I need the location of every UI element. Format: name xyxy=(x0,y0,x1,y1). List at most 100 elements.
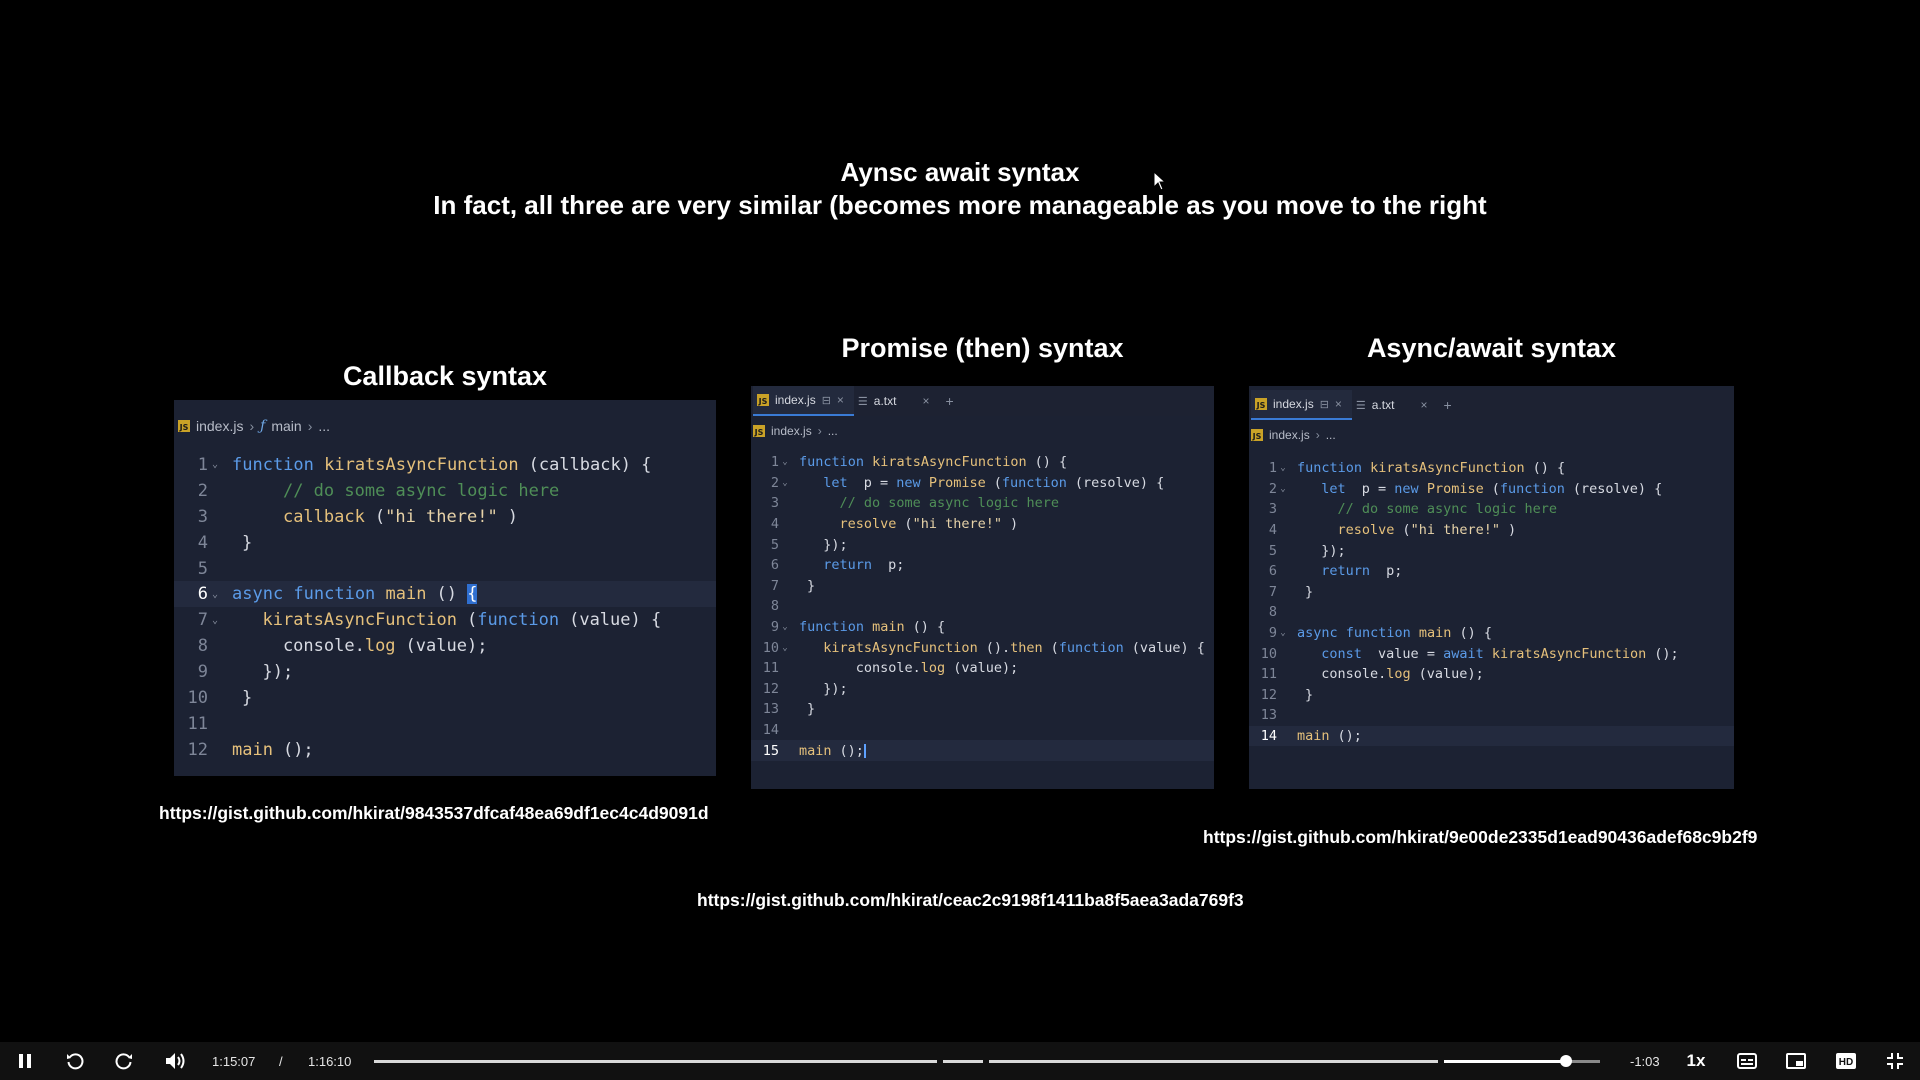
code-line[interactable]: 7} xyxy=(1249,582,1734,603)
forward-button[interactable] xyxy=(111,1042,137,1080)
code-line[interactable]: 10 ⌄ kiratsAsyncFunction ().then (function (… xyxy=(751,637,1214,658)
close-icon[interactable]: × xyxy=(1335,397,1342,411)
seek-handle[interactable] xyxy=(1560,1055,1572,1067)
playback-speed-button[interactable]: 1x xyxy=(1683,1042,1709,1080)
code-line[interactable]: 2 ⌄ let p = new Promise (function (resolve)… xyxy=(751,473,1214,494)
code-line[interactable]: 5 }); xyxy=(751,534,1214,555)
code-line[interactable]: 4 resolve ("hi there!") xyxy=(751,514,1214,535)
code-line[interactable]: 9 ⌄ function main () { xyxy=(751,617,1214,638)
code-token: resolve xyxy=(839,516,897,533)
callback-gist-link[interactable]: https://gist.github.com/hkirat/9843537df… xyxy=(159,803,709,824)
code-line[interactable]: 4 resolve ("hi there!") xyxy=(1249,520,1734,541)
code-line[interactable]: 2 ⌄ let p = new Promise (function (resolve)… xyxy=(1249,479,1734,500)
code-line[interactable]: 9 ⌄ async function main () { xyxy=(1249,623,1734,644)
tab-a-txt[interactable]: ☰ a.txt × xyxy=(1352,390,1438,420)
code-line[interactable]: 11 xyxy=(174,711,716,737)
code-line[interactable]: 12} xyxy=(1249,685,1734,706)
breadcrumb-file[interactable]: index.js xyxy=(196,418,243,434)
close-icon[interactable]: × xyxy=(837,393,844,407)
breadcrumb-file[interactable]: index.js xyxy=(1269,428,1310,442)
code-line[interactable]: 4} xyxy=(174,530,716,556)
captions-button[interactable] xyxy=(1734,1042,1760,1080)
chevron-down-icon[interactable]: ⌄ xyxy=(779,478,791,488)
seek-chapter xyxy=(943,1060,983,1063)
code-line[interactable]: 7} xyxy=(751,576,1214,597)
split-icon[interactable]: ⊟ xyxy=(822,394,831,407)
chevron-down-icon[interactable]: ⌄ xyxy=(1277,628,1289,638)
code-line[interactable]: 9 }); xyxy=(174,659,716,685)
code-line[interactable]: 12 main (); xyxy=(174,737,716,763)
breadcrumb-symbol[interactable]: main xyxy=(271,418,301,434)
code-line[interactable]: 6 return p; xyxy=(1249,561,1734,582)
breadcrumb-file[interactable]: index.js xyxy=(771,424,812,438)
close-icon[interactable]: × xyxy=(1420,398,1427,412)
chevron-down-icon[interactable]: ⌄ xyxy=(779,643,791,653)
chevron-down-icon[interactable]: ⌄ xyxy=(1277,463,1289,473)
picture-in-picture-icon xyxy=(1786,1053,1806,1069)
exit-fullscreen-button[interactable] xyxy=(1882,1042,1908,1080)
asyncawait-gist-link[interactable]: https://gist.github.com/hkirat/9e00de233… xyxy=(1203,827,1757,848)
code-line[interactable]: 14 main (); xyxy=(1249,725,1734,747)
quality-button[interactable]: HD xyxy=(1833,1042,1859,1080)
code-editor[interactable]: 1 ⌄ function kiratsAsyncFunction() {2 ⌄ let… xyxy=(751,452,1214,761)
code-token: main xyxy=(872,619,905,636)
picture-in-picture-button[interactable] xyxy=(1783,1042,1809,1080)
code-line[interactable]: 3 callback ("hi there!") xyxy=(174,504,716,530)
code-text: main (); xyxy=(791,743,866,759)
code-line[interactable]: 11 console.log (value); xyxy=(751,658,1214,679)
chevron-down-icon[interactable]: ⌄ xyxy=(208,589,222,600)
code-line[interactable]: 1 ⌄ function kiratsAsyncFunction () { xyxy=(751,452,1214,473)
seek-bar[interactable] xyxy=(374,1055,1600,1067)
add-tab-icon[interactable]: + xyxy=(1438,397,1452,413)
code-line[interactable]: 8 console.log (value); xyxy=(174,633,716,659)
chevron-down-icon[interactable]: ⌄ xyxy=(208,615,222,626)
code-line[interactable]: 1 ⌄ function kiratsAsyncFunction () { xyxy=(1249,458,1734,479)
code-line[interactable]: 8 xyxy=(751,596,1214,617)
rewind-button[interactable] xyxy=(62,1042,88,1080)
code-line[interactable]: 7 ⌄ kiratsAsyncFunction (function (value) { xyxy=(174,607,716,633)
tab-a-txt[interactable]: ☰ a.txt × xyxy=(854,386,940,416)
chevron-down-icon[interactable]: ⌄ xyxy=(779,622,791,632)
promise-heading: Promise (then) syntax xyxy=(841,333,1124,363)
code-line[interactable]: 10} xyxy=(174,685,716,711)
code-token: new xyxy=(896,474,929,491)
chevron-down-icon[interactable]: ⌄ xyxy=(779,457,791,467)
code-line[interactable]: 8 xyxy=(1249,602,1734,623)
chevron-down-icon[interactable]: ⌄ xyxy=(208,459,222,470)
tab-index-js[interactable]: JS index.js ⊟ × xyxy=(1251,390,1352,420)
code-line[interactable]: 2 // do some async logic here xyxy=(174,478,716,504)
line-number: 4 xyxy=(1268,522,1277,539)
code-token: (value); xyxy=(953,660,1019,677)
pause-button[interactable] xyxy=(12,1042,38,1080)
code-line[interactable]: 14 xyxy=(751,720,1214,741)
code-line[interactable]: 12 }); xyxy=(751,679,1214,700)
breadcrumb-more[interactable]: ... xyxy=(1326,428,1336,442)
code-line[interactable]: 3 // do some async logic here xyxy=(751,493,1214,514)
code-line[interactable]: 11 console.log (value); xyxy=(1249,664,1734,685)
breadcrumb-more[interactable]: ... xyxy=(828,424,838,438)
code-editor[interactable]: 1 ⌄ function kiratsAsyncFunction (callback)… xyxy=(174,452,716,763)
code-line[interactable]: 13 xyxy=(1249,705,1734,726)
add-tab-icon[interactable]: + xyxy=(940,393,954,409)
close-icon[interactable]: × xyxy=(922,394,929,408)
code-text: // do some async logic here xyxy=(222,481,559,501)
chevron-down-icon[interactable]: ⌄ xyxy=(1277,484,1289,494)
code-editor[interactable]: 1 ⌄ function kiratsAsyncFunction() {2 ⌄ let… xyxy=(1249,458,1734,747)
code-line[interactable]: 1 ⌄ function kiratsAsyncFunction (callback)… xyxy=(174,452,716,478)
code-line[interactable]: 10 const value = await kiratsAsyncFuncti… xyxy=(1249,643,1734,664)
code-token: }); xyxy=(807,680,848,697)
promise-gist-link[interactable]: https://gist.github.com/hkirat/ceac2c919… xyxy=(697,890,1244,911)
code-line[interactable]: 15 main (); xyxy=(751,740,1214,761)
breadcrumb-more[interactable]: ... xyxy=(318,418,330,434)
volume-button[interactable] xyxy=(162,1042,190,1080)
split-icon[interactable]: ⊟ xyxy=(1320,398,1329,411)
tab-index-js[interactable]: JS index.js ⊟ × xyxy=(753,386,854,416)
code-line[interactable]: 5 xyxy=(174,556,716,582)
code-line[interactable]: 3 // do some async logic here xyxy=(1249,499,1734,520)
code-line[interactable]: 13} xyxy=(751,699,1214,720)
code-line[interactable]: 6 ⌄ async function main () { xyxy=(174,581,716,608)
line-number: 11 xyxy=(762,660,779,677)
code-line[interactable]: 5 }); xyxy=(1249,540,1734,561)
code-line[interactable]: 6 return p; xyxy=(751,555,1214,576)
